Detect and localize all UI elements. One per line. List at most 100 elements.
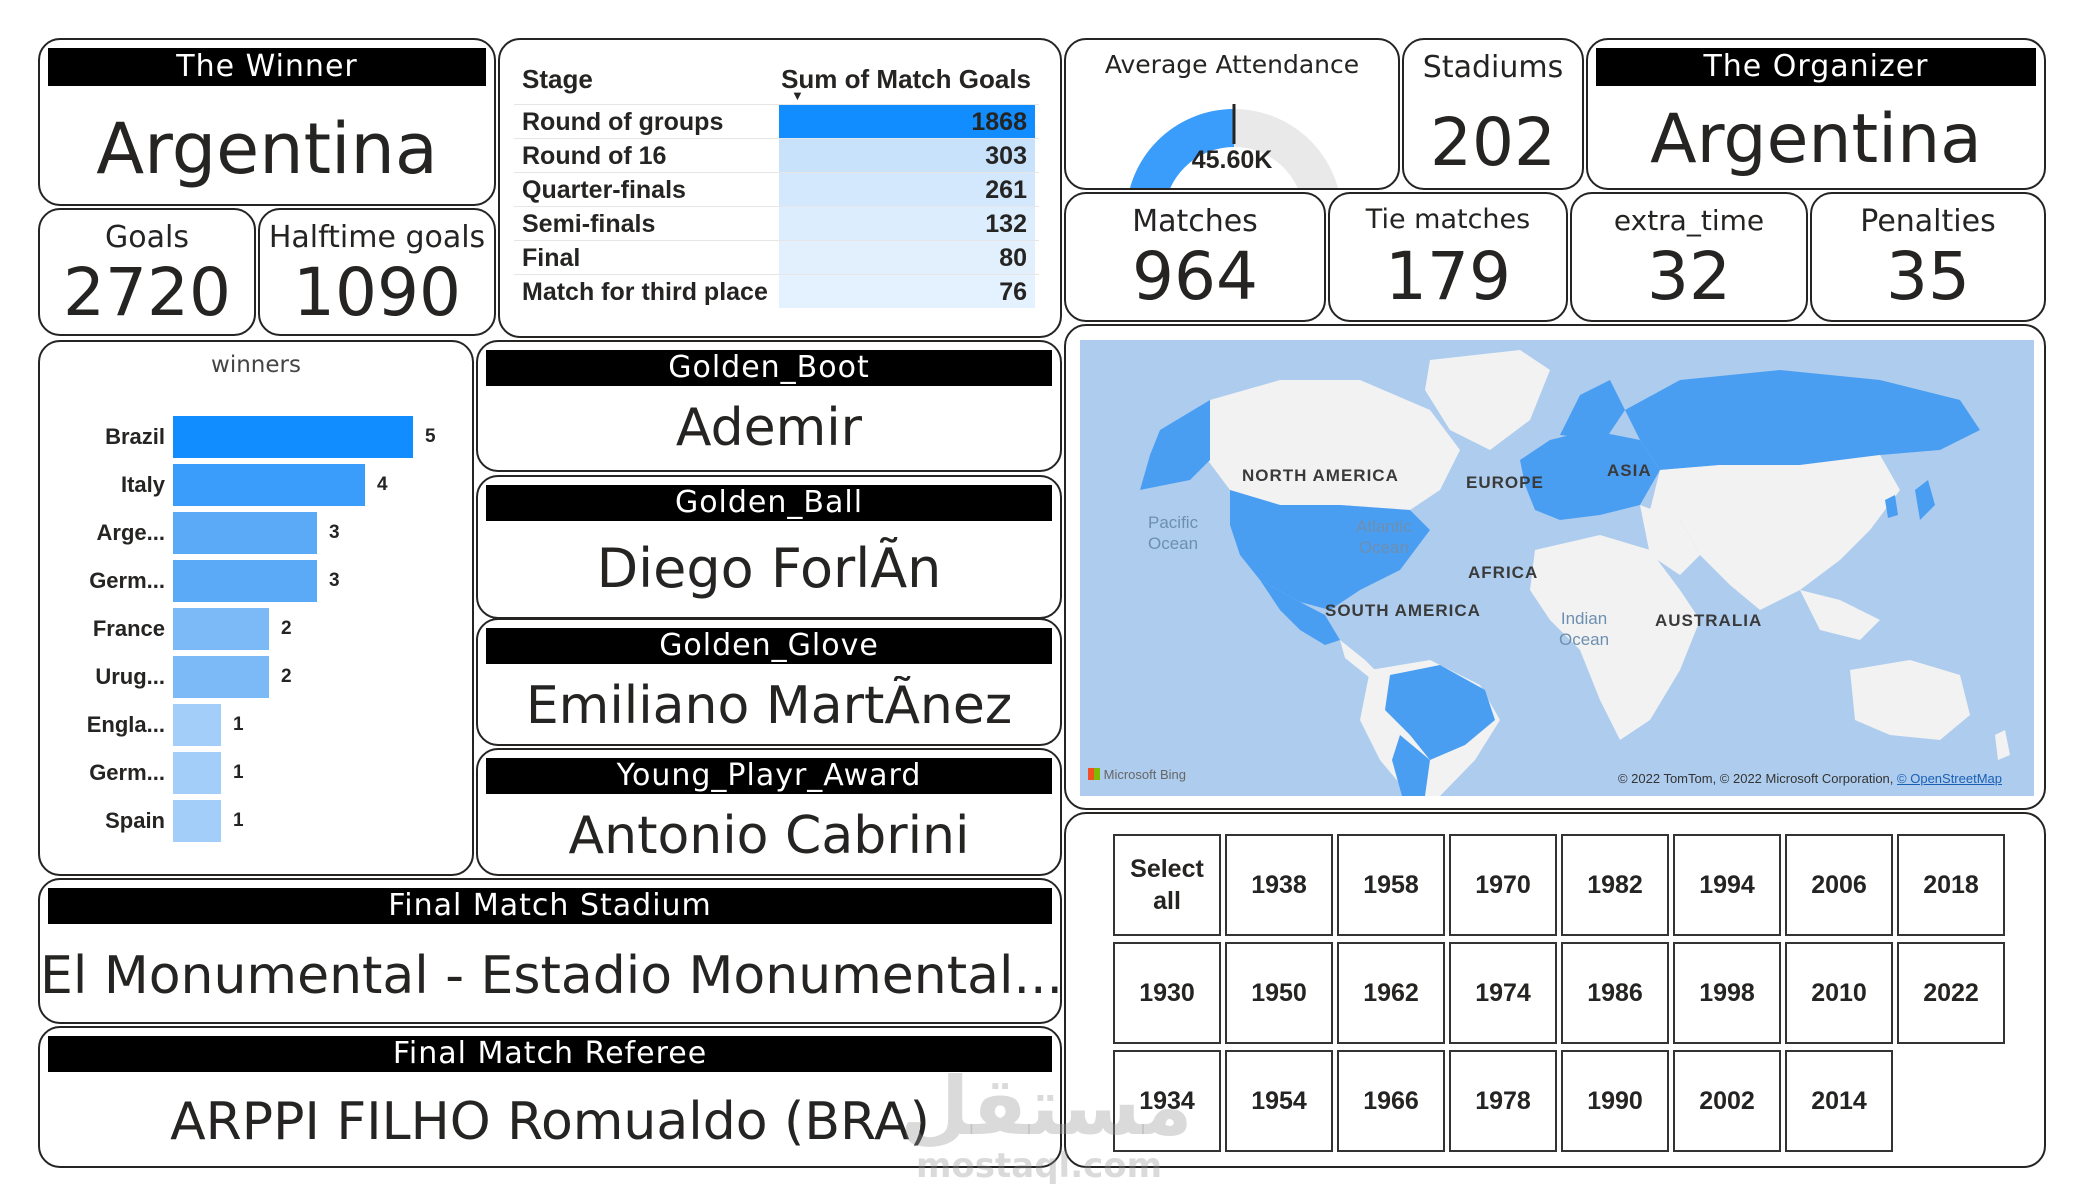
year-button[interactable]: 1990: [1561, 1050, 1669, 1152]
year-button[interactable]: 1966: [1337, 1050, 1445, 1152]
watermark-arabic: مستقل: [900, 1060, 1193, 1153]
map-attribution: © 2022 TomTom, © 2022 Microsoft Corporat…: [1618, 771, 2002, 786]
bar[interactable]: [173, 560, 317, 602]
bar-value-label: 1: [233, 714, 244, 735]
winner-title: The Winner: [48, 48, 486, 86]
year-button[interactable]: 2018: [1897, 834, 2005, 936]
golden-glove-value: Emiliano MartÃ­nez: [525, 676, 1013, 736]
extra-time-value: 32: [1647, 238, 1731, 315]
attendance-value: 45.60K: [1191, 146, 1273, 174]
year-button[interactable]: 2022: [1897, 942, 2005, 1044]
stage-cell: Round of groups: [522, 108, 724, 136]
bar[interactable]: [173, 656, 269, 698]
year-button[interactable]: 1930: [1113, 942, 1221, 1044]
bar-value-label: 2: [281, 666, 292, 687]
osm-link[interactable]: © OpenStreetMap: [1897, 771, 2002, 786]
label-africa: AFRICA: [1468, 563, 1539, 582]
label-atlantic-ocean: Atlantic Ocean: [1356, 516, 1412, 558]
goals-cell-value: 76: [999, 278, 1027, 306]
bar-label: Urug...: [95, 664, 165, 689]
goals-cell: 132: [779, 207, 1035, 240]
table-row[interactable]: Round of groups 1868: [514, 104, 1039, 138]
bar[interactable]: [173, 608, 269, 650]
table-row[interactable]: Round of 16 303: [514, 138, 1039, 172]
bar-label: Italy: [120, 472, 165, 497]
winners-chart-card: winners Brazil 5 Italy 4 Arge... 3 Germ... 3 Fra…: [38, 340, 474, 876]
bing-label: Microsoft Bing: [1103, 767, 1186, 782]
goals-cell: 303: [779, 139, 1035, 172]
matches-label: Matches: [1132, 204, 1258, 239]
label-europe: EUROPE: [1466, 473, 1544, 492]
sort-desc-icon: ▼: [791, 88, 804, 103]
bar[interactable]: [173, 464, 365, 506]
bar-label: Germ...: [89, 568, 165, 593]
world-map[interactable]: NORTH AMERICA EUROPE ASIA AFRICA SOUTH A…: [1080, 340, 2034, 796]
table-row[interactable]: Quarter-finals 261: [514, 172, 1039, 206]
year-button[interactable]: 1958: [1337, 834, 1445, 936]
pacific-line2: Ocean: [1148, 534, 1199, 553]
year-button[interactable]: 2002: [1673, 1050, 1781, 1152]
year-button[interactable]: 1998: [1673, 942, 1781, 1044]
year-button[interactable]: 1978: [1449, 1050, 1557, 1152]
winner-value: Argentina: [96, 108, 438, 190]
attribution-text: © 2022 TomTom, © 2022 Microsoft Corporat…: [1617, 771, 1894, 786]
final-stadium-value: El Monumental - Estadio Monumental...: [40, 946, 1060, 1006]
label-asia: ASIA: [1607, 461, 1652, 480]
goals-cell-value: 132: [985, 210, 1027, 238]
col-stage-header[interactable]: Stage: [522, 64, 593, 95]
map-card: NORTH AMERICA EUROPE ASIA AFRICA SOUTH A…: [1064, 324, 2046, 810]
stage-table: Stage Sum of Match Goals ▼ Round of grou…: [514, 52, 1039, 308]
year-button[interactable]: 1938: [1225, 834, 1333, 936]
golden-boot-value: Ademir: [675, 398, 863, 458]
bar-value-label: 2: [281, 618, 292, 639]
pacific-line1: Pacific: [1148, 513, 1199, 532]
year-button[interactable]: 1986: [1561, 942, 1669, 1044]
bar-value-label: 3: [329, 522, 340, 543]
stadiums-card: Stadiums 202: [1402, 38, 1584, 190]
year-button[interactable]: 1974: [1449, 942, 1557, 1044]
extra-time-card: extra_time 32: [1570, 192, 1808, 322]
golden-ball-value: Diego ForlÃ­n: [596, 537, 942, 600]
label-pacific-ocean: Pacific Ocean: [1148, 512, 1198, 554]
year-button[interactable]: 1962: [1337, 942, 1445, 1044]
organizer-card: The Organizer Argentina: [1586, 38, 2046, 190]
attendance-card: Average Attendance 45.60K: [1064, 38, 1400, 190]
golden-ball-card: Golden_Ball Diego ForlÃ­n: [476, 475, 1062, 619]
goals-cell: 261: [779, 173, 1035, 206]
year-button[interactable]: 2014: [1785, 1050, 1893, 1152]
year-button[interactable]: 2010: [1785, 942, 1893, 1044]
bar[interactable]: [173, 512, 317, 554]
golden-glove-card: Golden_Glove Emiliano MartÃ­nez: [476, 618, 1062, 746]
atlantic-line2: Ocean: [1358, 538, 1409, 557]
goals-card: Goals 2720: [38, 208, 256, 336]
col-goals-header[interactable]: Sum of Match Goals: [781, 64, 1031, 95]
bar-label: France: [92, 616, 165, 641]
year-button[interactable]: 1950: [1225, 942, 1333, 1044]
table-row[interactable]: Match for third place 76: [514, 274, 1039, 308]
table-row[interactable]: Final 80: [514, 240, 1039, 274]
bar[interactable]: [173, 752, 221, 794]
year-button[interactable]: 1970: [1449, 834, 1557, 936]
organizer-title: The Organizer: [1596, 48, 2036, 86]
table-row[interactable]: Semi-finals 132: [514, 206, 1039, 240]
bar[interactable]: [173, 416, 413, 458]
bar[interactable]: [173, 704, 221, 746]
year-button[interactable]: 2006: [1785, 834, 1893, 936]
penalties-label: Penalties: [1860, 204, 1996, 239]
map-canvas: [1080, 340, 2034, 796]
label-north-america: NORTH AMERICA: [1242, 466, 1399, 485]
penalties-card: Penalties 35: [1810, 192, 2046, 322]
table-header: Stage Sum of Match Goals ▼: [514, 52, 1039, 104]
select-all-button[interactable]: Select all: [1113, 834, 1221, 936]
table-body: Round of groups 1868 Round of 16 303 Quarter…: [514, 104, 1039, 308]
winner-card: The Winner Argentina: [38, 38, 496, 206]
halftime-goals-label: Halftime goals: [268, 220, 486, 255]
year-button[interactable]: 1994: [1673, 834, 1781, 936]
bar[interactable]: [173, 800, 221, 842]
matches-card: Matches 964: [1064, 192, 1326, 322]
year-button[interactable]: 1982: [1561, 834, 1669, 936]
bar-value-label: 4: [377, 474, 388, 495]
year-button[interactable]: 1954: [1225, 1050, 1333, 1152]
bar-label: Arge...: [96, 520, 165, 545]
final-stadium-title: Final Match Stadium: [48, 888, 1052, 924]
